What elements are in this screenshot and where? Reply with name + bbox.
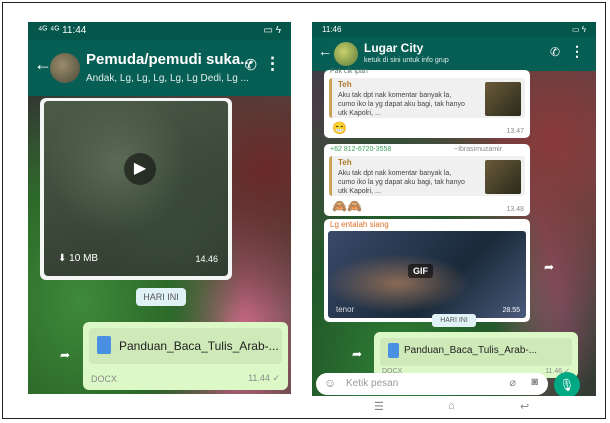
date-badge: HARI INI [136, 288, 186, 306]
signal-icon: ⁴ᴳ ⁴ᴳ [38, 25, 60, 36]
home-icon[interactable]: ⌂ [448, 400, 455, 412]
video-size: ⬇ 10 MB [58, 253, 98, 264]
chat-subtitle[interactable]: Andak, Lg, Lg, Lg, Lg, Lg Dedi, Lg ... [86, 73, 249, 84]
status-bar: 11:46 ▭ ϟ [312, 22, 596, 37]
message-sender: +62 812-6720-3558 [330, 146, 392, 153]
message-sender: Lg entalah siang [330, 220, 389, 229]
quote-text: Aku tak dpt nak komentar banyak la, cumo… [338, 170, 465, 195]
message-sender: Pak cik ipan [330, 68, 368, 75]
system-back-icon[interactable]: ↩ [520, 400, 529, 413]
more-options-icon[interactable]: ⋮ [570, 43, 584, 60]
message-time: 13.47 [506, 128, 524, 135]
video-time: 14.46 [195, 254, 218, 264]
quoted-message[interactable]: Teh Aku tak dpt nak komentar banyak la, … [329, 156, 525, 196]
gif-preview[interactable]: GIF tenor 28.55 [328, 231, 526, 318]
left-phone-screen: ⁴ᴳ ⁴ᴳ 11:44 ▭ ϟ ← Pemuda/pemudi suka... … [28, 22, 291, 394]
quoted-message[interactable]: Teh Aku tak dpt nak komentar banyak la, … [329, 78, 525, 118]
document-preview[interactable]: Panduan_Baca_Tulis_Arab-... [380, 338, 572, 366]
document-name: Panduan_Baca_Tulis_Arab-... [404, 345, 538, 356]
status-time: 11:46 [322, 25, 342, 34]
chat-subtitle[interactable]: ketuk di sini untuk info grup [364, 57, 449, 64]
document-name: Panduan_Baca_Tulis_Arab-... [119, 339, 279, 353]
video-size-label: 10 MB [69, 253, 99, 264]
gif-message[interactable]: Lg entalah siang GIF tenor 28.55 [324, 219, 530, 322]
message-bubble[interactable]: +62 812-6720-3558 ~Ibrasimuzamir Teh Aku… [324, 144, 530, 216]
document-preview[interactable]: Panduan_Baca_Tulis_Arab-... [89, 328, 282, 364]
document-message[interactable]: Panduan_Baca_Tulis_Arab-... DOCX 11.44 ✓ [83, 322, 288, 390]
chat-title[interactable]: Lugar City [364, 41, 423, 55]
sender-alias: ~Ibrasimuzamir [454, 146, 503, 153]
battery-icon: ▭ ϟ [571, 25, 586, 34]
video-message[interactable]: ▶ ⬇ 10 MB 14.46 [40, 98, 232, 280]
chat-header[interactable]: ← Lugar City ketuk di sini untuk info gr… [312, 37, 596, 71]
chat-header[interactable]: ← Pemuda/pemudi suka... Andak, Lg, Lg, L… [28, 40, 291, 96]
quote-text: Aku tak dpt nak komentar banyak la, cumo… [338, 92, 465, 117]
back-arrow-icon[interactable]: ← [318, 43, 332, 59]
message-bubble[interactable]: Pak cik ipan Teh Aku tak dpt nak komenta… [324, 68, 530, 138]
more-options-icon[interactable]: ⋮ [264, 54, 281, 74]
attach-icon[interactable]: ⌀ [509, 376, 516, 389]
add-call-icon[interactable]: ✆ [244, 56, 257, 74]
recent-apps-icon[interactable]: ☰ [374, 400, 384, 413]
date-badge: HARI INI [432, 314, 476, 327]
group-avatar[interactable] [50, 53, 80, 83]
forward-icon[interactable]: ➦ [544, 260, 554, 274]
download-icon[interactable]: ⬇ [58, 253, 66, 264]
message-time: 13.48 [506, 206, 524, 213]
gif-source: tenor [336, 305, 355, 314]
add-call-icon[interactable]: ✆ [550, 45, 560, 59]
emoji-text: 🙈🙈 [332, 199, 362, 213]
status-time: 11:44 [62, 25, 87, 36]
message-time: 28.55 [502, 307, 520, 314]
document-icon [97, 336, 111, 354]
quote-author: Teh [338, 158, 352, 167]
group-avatar[interactable] [334, 42, 358, 66]
quote-thumbnail [485, 82, 521, 116]
right-phone-screen: 11:46 ▭ ϟ ← Lugar City ketuk di sini unt… [312, 22, 596, 418]
gif-badge[interactable]: GIF [408, 264, 433, 278]
battery-icon: ▭ ϟ [263, 25, 281, 36]
mic-icon[interactable]: 🎙 [554, 372, 580, 398]
forward-icon[interactable]: ➦ [60, 348, 70, 362]
document-message[interactable]: Panduan_Baca_Tulis_Arab-... DOCX 11.46 ✓ [374, 332, 578, 378]
play-icon[interactable]: ▶ [124, 153, 156, 185]
emoji-icon[interactable]: ☺ [324, 376, 336, 390]
message-input[interactable]: Ketik pesan [346, 378, 398, 389]
message-time: 11.44 ✓ [248, 373, 280, 383]
quote-thumbnail [485, 160, 521, 194]
quote-author: Teh [338, 80, 352, 89]
emoji-text: 😁 [332, 121, 347, 135]
document-icon [388, 343, 399, 358]
forward-icon[interactable]: ➦ [352, 347, 362, 361]
message-input-bar[interactable]: ☺ Ketik pesan ⌀ ◙ [316, 373, 548, 395]
system-nav-bar: ☰ ⌂ ↩ [312, 396, 596, 418]
document-type: DOCX [91, 374, 118, 384]
video-thumbnail[interactable]: ▶ ⬇ 10 MB 14.46 [44, 101, 228, 276]
status-bar: ⁴ᴳ ⁴ᴳ 11:44 ▭ ϟ [28, 22, 291, 40]
chat-title[interactable]: Pemuda/pemudi suka... [86, 51, 253, 68]
camera-icon[interactable]: ◙ [531, 376, 538, 388]
